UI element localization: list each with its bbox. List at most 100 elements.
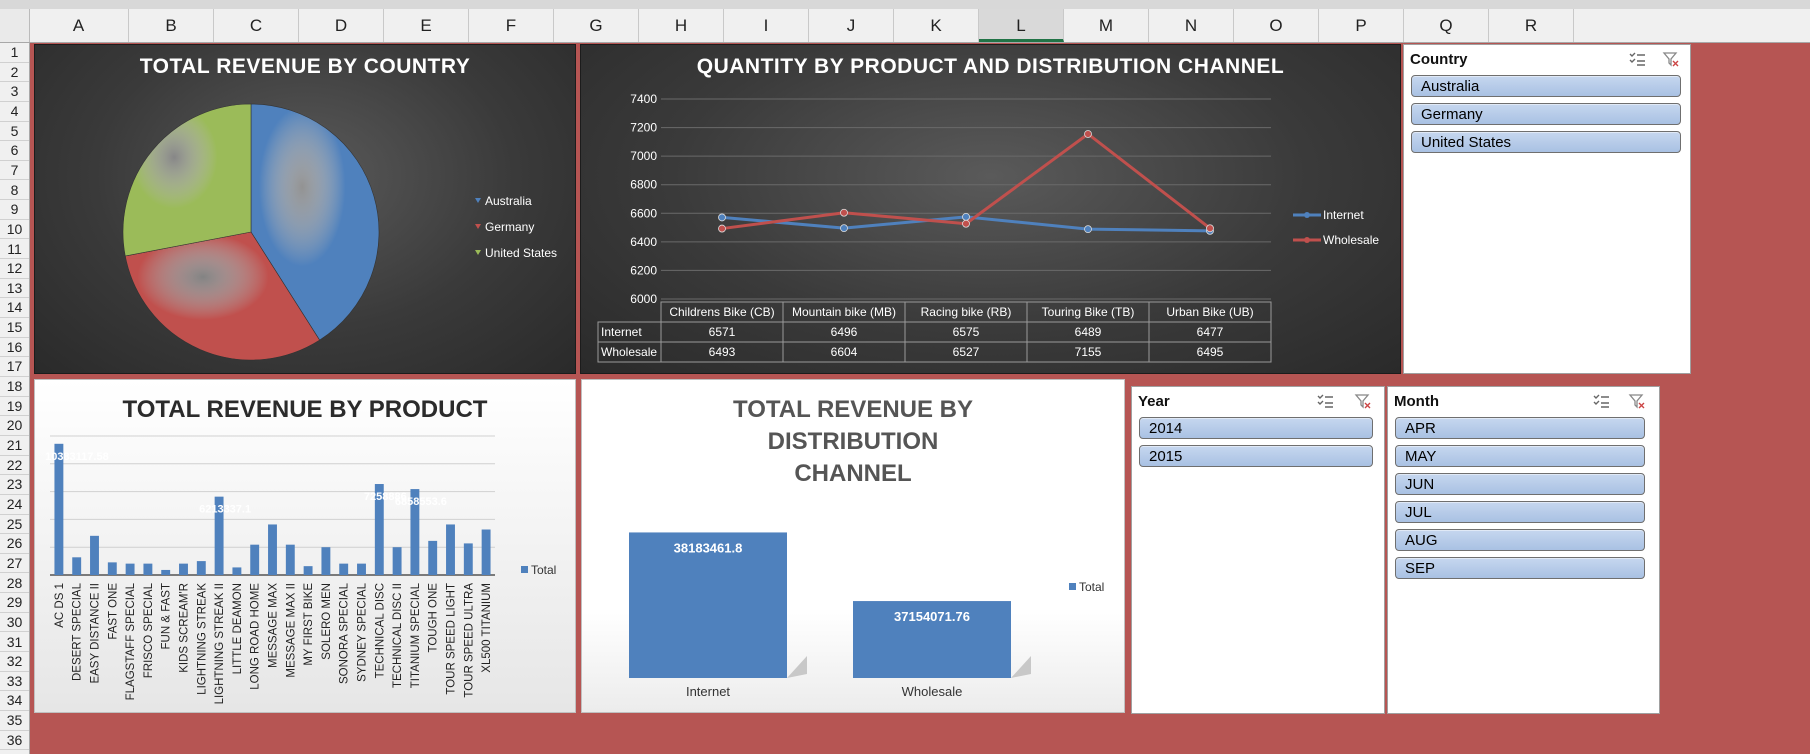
column-header-q[interactable]: Q	[1404, 9, 1489, 42]
row-header-13[interactable]: 13	[0, 279, 29, 299]
data-label: 38183461.8	[674, 540, 743, 555]
column-header-h[interactable]: H	[639, 9, 724, 42]
x-tick-label: FUN & FAST	[161, 583, 173, 649]
column-header-a[interactable]: A	[29, 9, 129, 42]
x-tick-label: MESSAGE MAX	[268, 583, 280, 668]
row-header-9[interactable]: 9	[0, 200, 29, 220]
legend-marker	[1304, 237, 1310, 243]
row-header-22[interactable]: 22	[0, 456, 29, 476]
row-header-19[interactable]: 19	[0, 397, 29, 417]
column-header-c[interactable]: C	[214, 9, 299, 42]
slicer-item-country-australia[interactable]: Australia	[1411, 75, 1681, 97]
bar-16	[339, 563, 349, 575]
row-header-7[interactable]: 7	[0, 161, 29, 181]
row-header-17[interactable]: 17	[0, 357, 29, 377]
clear-filter-icon[interactable]	[1354, 392, 1372, 410]
chart-revenue-by-product[interactable]: TOTAL REVENUE BY PRODUCT AC DS 1 DESERT S…	[34, 379, 576, 713]
multi-select-icon[interactable]	[1316, 392, 1334, 410]
row-header-6[interactable]: 6	[0, 141, 29, 161]
chart-revenue-by-country[interactable]: TOTAL REVENUE BY COUNTRY Australia German…	[34, 44, 576, 374]
column-header-e[interactable]: E	[384, 9, 469, 42]
x-tick-label: TOUR SPEED LIGHT	[446, 583, 458, 695]
column-header-l[interactable]: L	[979, 9, 1064, 42]
x-tick-label: LIGHTNING STREAK II	[214, 583, 226, 704]
slicer-item-country-germany[interactable]: Germany	[1411, 103, 1681, 125]
slicer-item-year-2014[interactable]: 2014	[1139, 417, 1373, 439]
legend-label: Total	[531, 563, 556, 577]
slicer-item-month-jul[interactable]: JUL	[1395, 501, 1645, 523]
row-header-25[interactable]: 25	[0, 515, 29, 535]
column-header-g[interactable]: G	[554, 9, 639, 42]
row-header-28[interactable]: 28	[0, 574, 29, 594]
row-header-16[interactable]: 16	[0, 338, 29, 358]
year-slicer[interactable]: Year 2014 2015	[1131, 386, 1385, 714]
row-header-11[interactable]: 11	[0, 240, 29, 260]
row-header-5[interactable]: 5	[0, 122, 29, 142]
row-header-34[interactable]: 34	[0, 691, 29, 712]
data-point	[840, 208, 848, 217]
x-tick-label: TITANIUM SPECIAL	[410, 582, 422, 688]
row-header-10[interactable]: 10	[0, 220, 29, 240]
row-header-15[interactable]: 15	[0, 318, 29, 338]
slicer-item-month-jun[interactable]: JUN	[1395, 473, 1645, 495]
clear-filter-icon[interactable]	[1662, 50, 1680, 68]
data-point	[1206, 224, 1214, 233]
row-header-12[interactable]: 12	[0, 259, 29, 279]
column-header-i[interactable]: I	[724, 9, 809, 42]
column-header-j[interactable]: J	[809, 9, 894, 42]
multi-select-icon[interactable]	[1592, 392, 1610, 410]
row-header-31[interactable]: 31	[0, 633, 29, 653]
row-header-27[interactable]: 27	[0, 554, 29, 574]
row-header-32[interactable]: 32	[0, 652, 29, 672]
row-header-30[interactable]: 30	[0, 613, 29, 633]
column-header-r[interactable]: R	[1489, 9, 1574, 42]
country-slicer[interactable]: Country Australia Germany United States	[1403, 44, 1691, 374]
row-header-3[interactable]: 3	[0, 82, 29, 102]
column-header-d[interactable]: D	[299, 9, 384, 42]
row-header-24[interactable]: 24	[0, 495, 29, 515]
multi-select-icon[interactable]	[1628, 50, 1646, 68]
row-header-26[interactable]: 26	[0, 534, 29, 554]
slicer-item-month-aug[interactable]: AUG	[1395, 529, 1645, 551]
month-slicer[interactable]: Month APR MAY JUN JUL AUG SEP	[1387, 386, 1660, 714]
legend-marker	[1069, 583, 1076, 590]
column-header-b[interactable]: B	[129, 9, 214, 42]
chart-quantity-by-product-channel[interactable]: QUANTITY BY PRODUCT AND DISTRIBUTION CHA…	[580, 44, 1401, 374]
slicer-title: Year	[1138, 393, 1170, 410]
row-header-33[interactable]: 33	[0, 672, 29, 692]
data-table-header: Urban Bike (UB)	[1166, 305, 1253, 319]
row-header-23[interactable]: 23	[0, 475, 29, 495]
column-header-k[interactable]: K	[894, 9, 979, 42]
row-header-36[interactable]: 36	[0, 731, 29, 751]
row-header-20[interactable]: 20	[0, 416, 29, 436]
row-header-4[interactable]: 4	[0, 102, 29, 122]
slicer-item-month-sep[interactable]: SEP	[1395, 557, 1645, 579]
row-header-29[interactable]: 29	[0, 593, 29, 613]
row-header-2[interactable]: 2	[0, 63, 29, 83]
column-header-o[interactable]: O	[1234, 9, 1319, 42]
row-header-1[interactable]: 1	[0, 43, 29, 63]
data-table-cell: 6604	[831, 345, 858, 359]
data-label: 6858553.6	[395, 496, 447, 508]
chart-revenue-by-channel[interactable]: TOTAL REVENUE BY DISTRIBUTION CHANNEL 38…	[581, 379, 1125, 713]
column-header-m[interactable]: M	[1064, 9, 1149, 42]
slicer-item-month-apr[interactable]: APR	[1395, 417, 1645, 439]
slicer-item-year-2015[interactable]: 2015	[1139, 445, 1373, 467]
row-header-18[interactable]: 18	[0, 377, 29, 397]
column-header-f[interactable]: F	[469, 9, 554, 42]
column-header-p[interactable]: P	[1319, 9, 1404, 42]
row-header-21[interactable]: 21	[0, 436, 29, 456]
row-header-8[interactable]: 8	[0, 181, 29, 201]
clear-filter-icon[interactable]	[1628, 392, 1646, 410]
y-tick-label: 6400	[630, 235, 657, 249]
slicer-item-country-united-states[interactable]: United States	[1411, 131, 1681, 153]
column-header-n[interactable]: N	[1149, 9, 1234, 42]
slicer-item-month-may[interactable]: MAY	[1395, 445, 1645, 467]
data-point	[718, 213, 726, 222]
bar-17	[357, 563, 366, 575]
data-point	[840, 224, 848, 233]
row-header-14[interactable]: 14	[0, 298, 29, 319]
select-all-corner[interactable]	[0, 9, 30, 42]
row-header-35[interactable]: 35	[0, 711, 29, 731]
x-tick-label: LIGHTNING STREAK	[196, 583, 208, 695]
